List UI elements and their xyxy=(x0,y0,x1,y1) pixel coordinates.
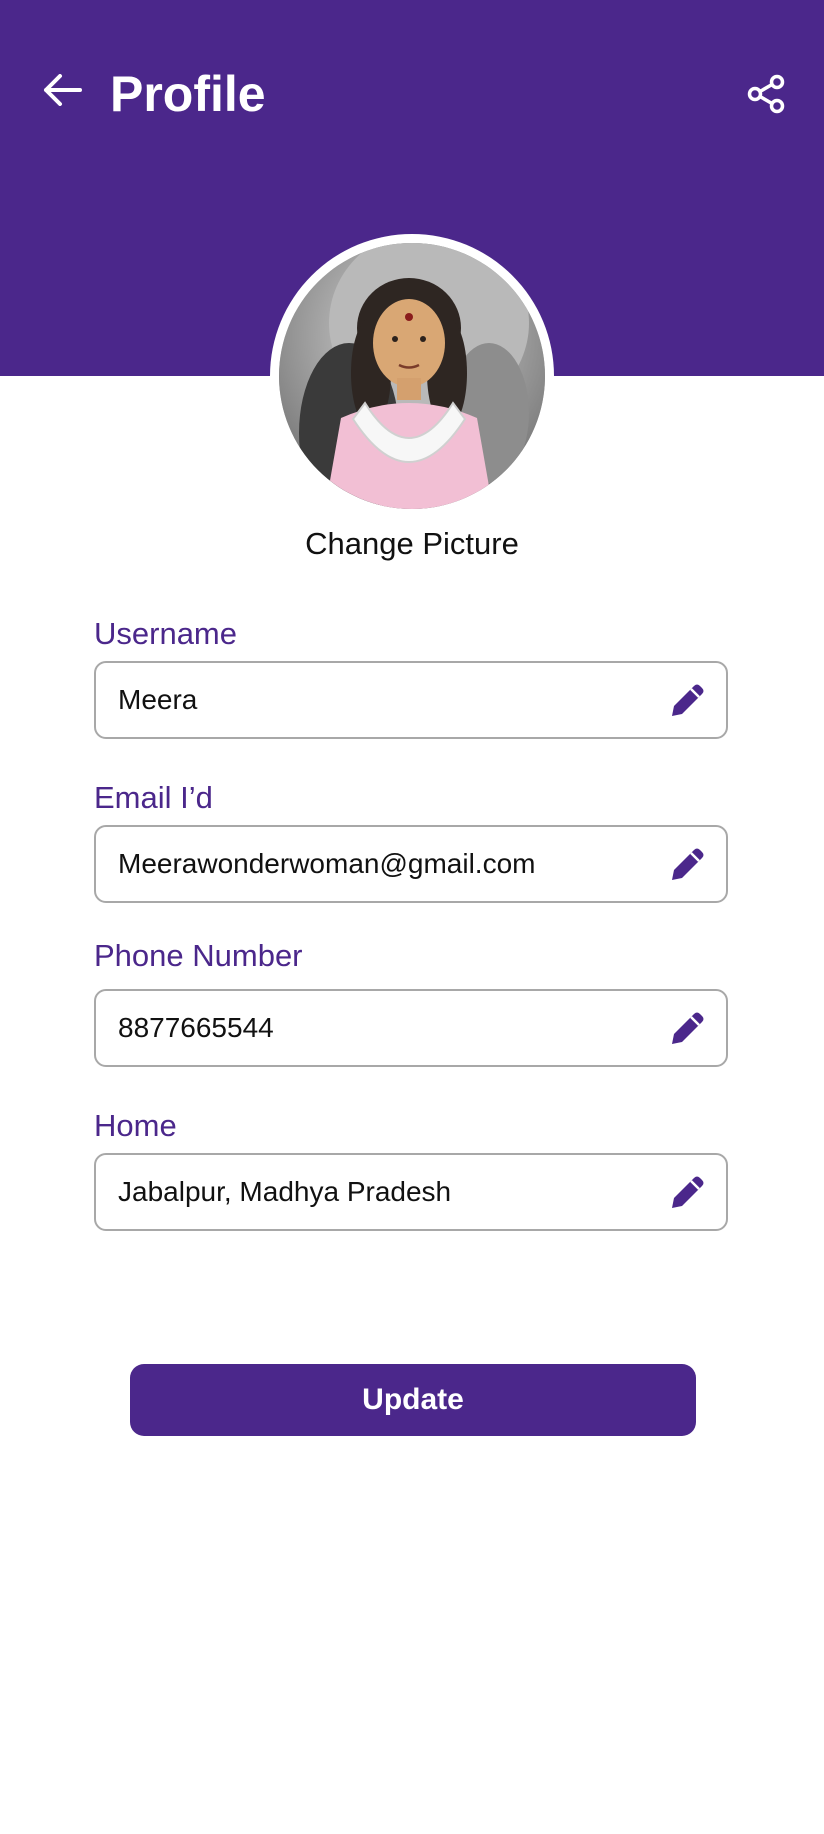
home-field[interactable] xyxy=(94,1153,728,1231)
home-input[interactable] xyxy=(118,1155,638,1229)
phone-input[interactable] xyxy=(118,991,638,1065)
share-button[interactable] xyxy=(740,68,792,120)
username-label: Username xyxy=(94,616,237,651)
edit-home-button[interactable] xyxy=(666,1170,710,1214)
username-input[interactable] xyxy=(118,663,638,737)
username-field[interactable] xyxy=(94,661,728,739)
edit-email-button[interactable] xyxy=(666,842,710,886)
pencil-icon xyxy=(672,1012,704,1044)
change-picture-link[interactable]: Change Picture xyxy=(0,526,824,562)
pencil-icon xyxy=(672,684,704,716)
edit-phone-button[interactable] xyxy=(666,1006,710,1050)
email-label: Email I’d xyxy=(94,780,213,815)
home-label: Home xyxy=(94,1108,177,1143)
arrow-left-icon xyxy=(44,74,82,106)
avatar-image xyxy=(279,243,545,509)
phone-label: Phone Number xyxy=(94,938,303,973)
back-button[interactable] xyxy=(38,66,86,114)
email-field[interactable] xyxy=(94,825,728,903)
share-icon xyxy=(747,74,785,114)
pencil-icon xyxy=(672,848,704,880)
profile-avatar[interactable] xyxy=(270,234,554,518)
edit-username-button[interactable] xyxy=(666,678,710,722)
pencil-icon xyxy=(672,1176,704,1208)
page-title: Profile xyxy=(110,66,266,122)
update-button[interactable]: Update xyxy=(130,1364,696,1436)
email-input[interactable] xyxy=(118,827,638,901)
phone-field[interactable] xyxy=(94,989,728,1067)
